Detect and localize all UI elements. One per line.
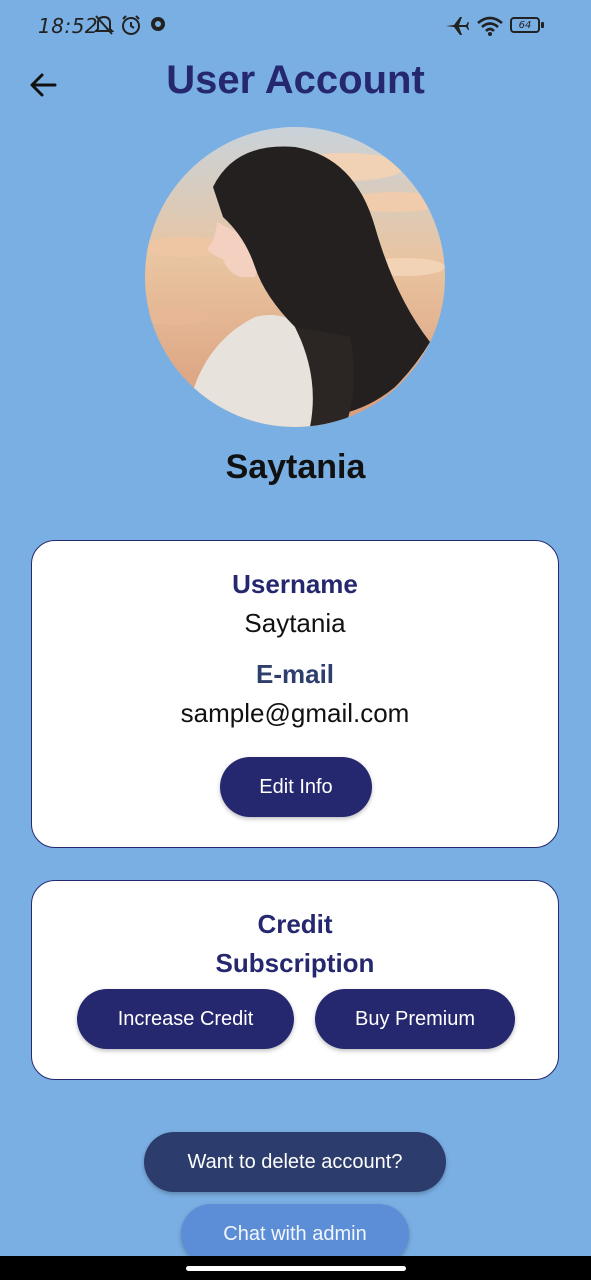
page-title: User Account: [166, 58, 425, 102]
email-label: E-mail: [255, 659, 335, 689]
account-info-card: Username Saytania E-mail sample@gmail.co…: [31, 540, 559, 848]
battery-level: 64: [518, 19, 532, 31]
subscription-heading: Subscription: [215, 948, 375, 978]
avatar[interactable]: [145, 127, 445, 427]
wifi-icon: [477, 16, 503, 36]
username-label: Username: [232, 569, 358, 599]
system-nav-bar: [0, 1256, 591, 1280]
username-value: Saytania: [244, 608, 346, 638]
status-time: 18:52: [38, 14, 99, 38]
delete-account-button[interactable]: Want to delete account?: [144, 1132, 446, 1192]
battery-tip: [541, 22, 544, 28]
credit-heading: Credit: [257, 909, 333, 939]
buy-premium-button[interactable]: Buy Premium: [315, 989, 515, 1049]
alarm-icon: [122, 15, 140, 35]
edit-info-button[interactable]: Edit Info: [220, 757, 372, 817]
profile-display-name: Saytania: [225, 448, 366, 486]
chat-bubble-icon: [151, 17, 165, 31]
airplane-icon: [446, 17, 469, 35]
increase-credit-button[interactable]: Increase Credit: [77, 989, 294, 1049]
status-bar: 18:52 64: [0, 0, 591, 54]
subscription-card: Credit Subscription Increase Credit Buy …: [31, 880, 559, 1080]
battery-icon: 64: [510, 17, 540, 33]
email-value: sample@gmail.com: [180, 698, 410, 728]
profile-photo: [145, 127, 445, 427]
bell-off-icon: [94, 15, 114, 35]
home-indicator[interactable]: [186, 1266, 406, 1271]
chat-with-admin-button[interactable]: Chat with admin: [181, 1204, 409, 1264]
